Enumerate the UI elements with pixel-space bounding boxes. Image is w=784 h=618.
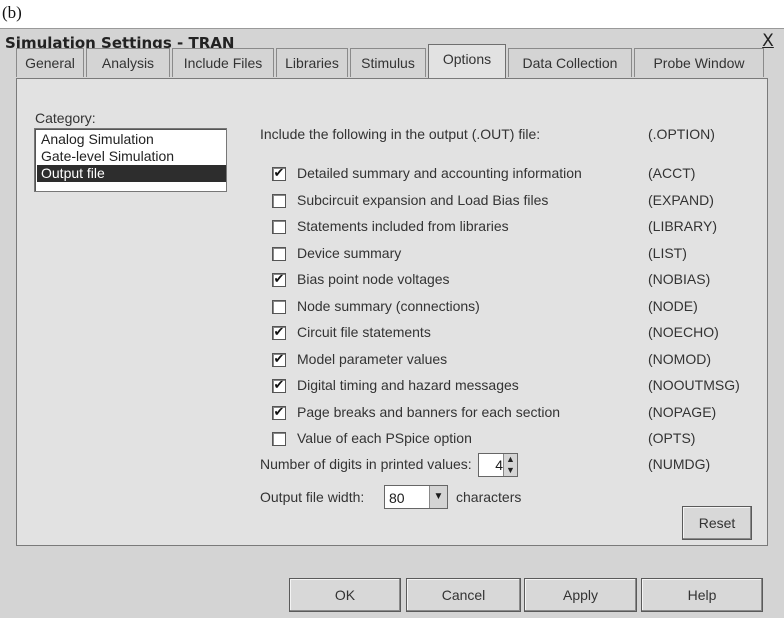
- check-icon: ✔: [273, 404, 285, 420]
- tab-libraries[interactable]: Libraries: [276, 48, 348, 77]
- width-label: Output file width:: [260, 489, 365, 505]
- reset-button[interactable]: Reset: [682, 506, 752, 540]
- option-label[interactable]: Page breaks and banners for each section: [297, 404, 560, 420]
- width-row: Output file width: 80 ▼ characters: [260, 484, 660, 510]
- option-label[interactable]: Value of each PSpice option: [297, 430, 472, 446]
- option-checkbox[interactable]: ✔: [272, 273, 286, 287]
- option-row[interactable]: Subcircuit expansion and Load Bias files…: [272, 192, 772, 214]
- option-column-heading: (.OPTION): [648, 126, 715, 142]
- output-heading: Include the following in the output (.OU…: [260, 126, 541, 142]
- option-code: (NODE): [648, 297, 698, 314]
- check-icon: ✔: [273, 351, 285, 367]
- tab-analysis[interactable]: Analysis: [86, 48, 170, 77]
- option-code: (OPTS): [648, 430, 696, 446]
- option-checkbox[interactable]: [272, 299, 286, 314]
- option-label[interactable]: Detailed summary and accounting informat…: [297, 165, 582, 181]
- option-code: (NOBIAS): [648, 271, 711, 287]
- option-checkbox[interactable]: [272, 220, 286, 234]
- spinner-arrows[interactable]: ▲ ▼: [503, 454, 517, 476]
- option-row[interactable]: ✔ Bias point node voltages (NOBIAS): [272, 271, 772, 293]
- digits-value[interactable]: 4: [479, 457, 503, 473]
- option-label[interactable]: Model parameter values: [297, 351, 447, 367]
- check-icon: ✔: [273, 272, 285, 287]
- option-label[interactable]: Node summary (connections): [297, 298, 480, 314]
- option-label[interactable]: Statements included from libraries: [297, 218, 509, 234]
- spin-down-icon[interactable]: ▼: [504, 465, 517, 476]
- tab-strip: General Analysis Include Files Libraries…: [16, 44, 768, 78]
- option-label[interactable]: Subcircuit expansion and Load Bias files: [297, 192, 548, 208]
- option-code: (NOPAGE): [648, 403, 717, 420]
- tab-options[interactable]: Options: [428, 44, 506, 78]
- digits-row: Number of digits in printed values: 4 ▲ …: [260, 452, 770, 478]
- option-code: (NOOUTMSG): [648, 377, 740, 393]
- digits-spinner[interactable]: 4 ▲ ▼: [478, 453, 518, 477]
- chevron-down-icon[interactable]: ▼: [429, 486, 447, 508]
- option-checkbox[interactable]: ✔: [272, 404, 286, 420]
- category-item-output-file[interactable]: Output file: [37, 165, 226, 182]
- option-label[interactable]: Circuit file statements: [297, 324, 431, 340]
- check-icon: ✔: [273, 378, 285, 393]
- tab-probe-window[interactable]: Probe Window: [634, 48, 764, 77]
- cancel-button[interactable]: Cancel: [406, 578, 521, 612]
- option-row[interactable]: Statements included from libraries (LIBRA…: [272, 218, 772, 240]
- check-icon: ✔: [273, 325, 285, 340]
- option-row[interactable]: Node summary (connections) (NODE): [272, 298, 772, 320]
- tab-stimulus[interactable]: Stimulus: [350, 48, 426, 77]
- option-row[interactable]: ✔ Circuit file statements (NOECHO): [272, 324, 772, 346]
- width-value[interactable]: 80: [389, 490, 405, 506]
- option-row[interactable]: Device summary (LIST): [272, 245, 772, 267]
- apply-button[interactable]: Apply: [524, 578, 637, 612]
- spin-up-icon[interactable]: ▲: [504, 454, 517, 465]
- tab-data-collection[interactable]: Data Collection: [508, 48, 632, 77]
- option-code: (ACCT): [648, 165, 696, 181]
- option-label[interactable]: Device summary: [297, 245, 401, 261]
- option-checkbox[interactable]: ✔: [272, 326, 286, 340]
- category-item-analog-simulation[interactable]: Analog Simulation: [37, 131, 226, 148]
- width-select[interactable]: 80 ▼: [384, 485, 448, 509]
- category-item-gate-level-simulation[interactable]: Gate-level Simulation: [37, 148, 226, 165]
- help-button[interactable]: Help: [641, 578, 763, 612]
- option-row[interactable]: ✔ Digital timing and hazard messages (NOOU…: [272, 377, 772, 399]
- option-checkbox[interactable]: ✔: [272, 167, 286, 181]
- tab-include-files[interactable]: Include Files: [172, 48, 274, 77]
- width-unit: characters: [456, 489, 522, 505]
- option-code: (NOECHO): [648, 324, 719, 340]
- check-icon: ✔: [273, 166, 285, 181]
- ok-button[interactable]: OK: [289, 578, 401, 612]
- option-row[interactable]: ✔ Page breaks and banners for each sectio…: [272, 404, 772, 426]
- tab-general[interactable]: General: [16, 48, 84, 77]
- figure-label: (b): [2, 3, 22, 22]
- category-label: Category:: [35, 110, 96, 126]
- option-checkbox[interactable]: [272, 432, 286, 446]
- option-row[interactable]: ✔ Model parameter values (NOMOD): [272, 351, 772, 373]
- option-code: (LIST): [648, 244, 687, 261]
- option-code: (NOMOD): [648, 350, 711, 367]
- option-code: (EXPAND): [648, 191, 714, 208]
- option-checkbox[interactable]: [272, 193, 286, 208]
- option-label[interactable]: Digital timing and hazard messages: [297, 377, 519, 393]
- option-checkbox[interactable]: ✔: [272, 379, 286, 393]
- option-label[interactable]: Bias point node voltages: [297, 271, 450, 287]
- digits-label: Number of digits in printed values:: [260, 456, 472, 472]
- option-checkbox[interactable]: [272, 246, 286, 261]
- option-row[interactable]: Value of each PSpice option (OPTS): [272, 430, 772, 452]
- digits-code: (NUMDG): [648, 456, 711, 472]
- option-checkbox[interactable]: ✔: [272, 351, 286, 367]
- option-row[interactable]: ✔ Detailed summary and accounting informa…: [272, 165, 772, 187]
- option-code: (LIBRARY): [648, 218, 717, 234]
- category-list[interactable]: Analog Simulation Gate-level Simulation …: [34, 128, 227, 192]
